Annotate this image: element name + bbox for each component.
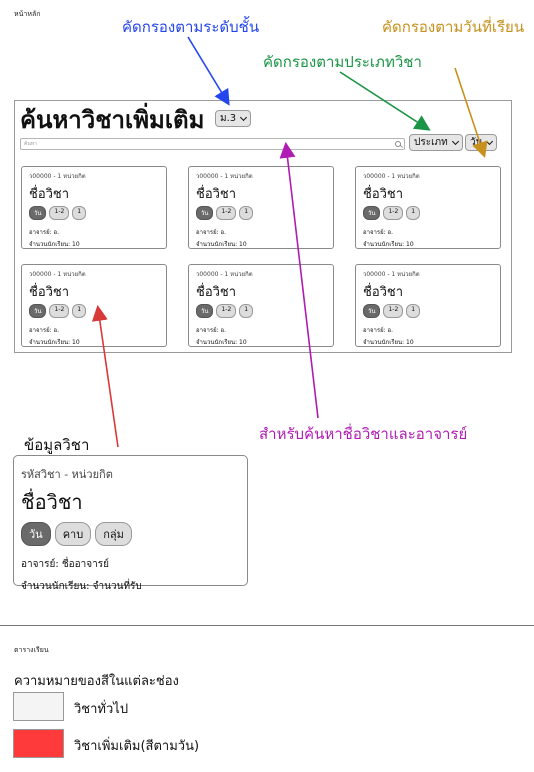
extra-course-label: วิชาเพิ่มเติม(สีตามวัน)	[74, 739, 200, 754]
extra-course-swatch	[13, 729, 64, 758]
annotation-arrows	[91, 36, 488, 448]
legend-title: ความหมายของสีในแต่ละช่อง	[14, 674, 179, 689]
section-divider	[0, 625, 534, 626]
general-course-swatch	[13, 692, 64, 721]
general-course-label: วิชาทั่วไป	[74, 702, 129, 717]
day-filter-arrow	[454, 67, 488, 159]
level-filter-arrow	[187, 36, 230, 106]
search-note-arrow	[279, 141, 319, 419]
type-filter-arrow	[339, 71, 431, 131]
course-info-arrow	[91, 304, 119, 448]
schedule-label: ตารางเรียน	[14, 646, 49, 654]
